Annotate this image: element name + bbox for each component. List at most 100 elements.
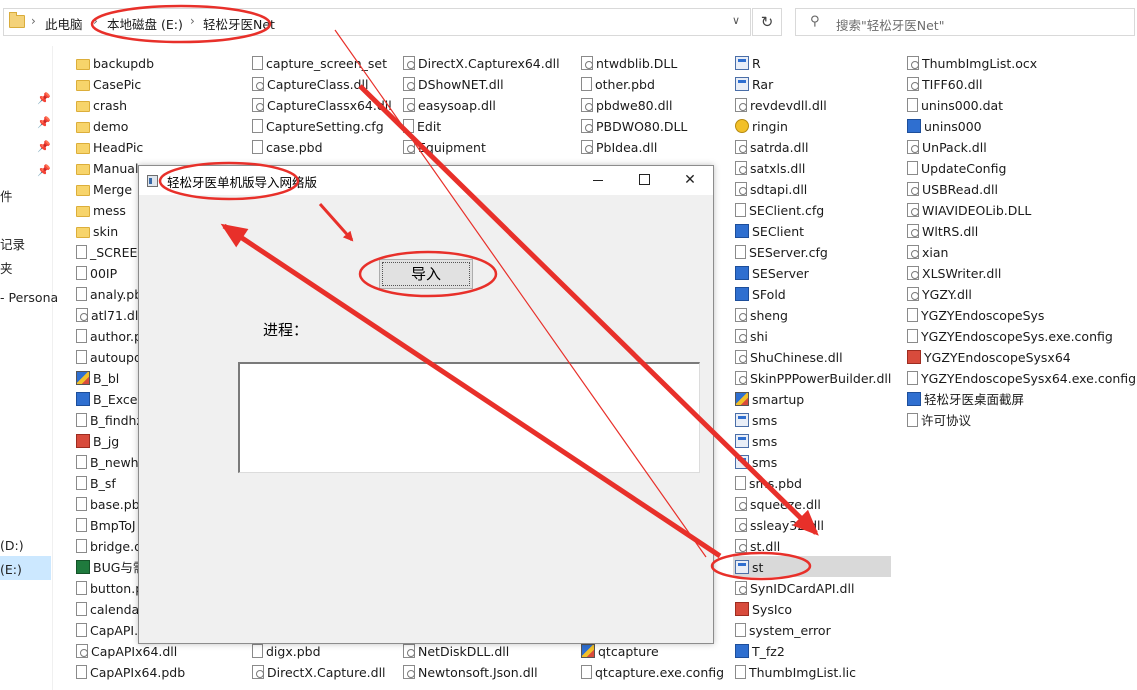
file-item[interactable]: autoupd	[76, 346, 142, 367]
file-item[interactable]: B_bl	[76, 367, 119, 388]
file-item[interactable]: UpdateConfig	[907, 157, 1006, 178]
file-item[interactable]: YGZY.dll	[907, 283, 972, 304]
file-item[interactable]: sheng	[735, 304, 788, 325]
file-item[interactable]: YGZYEndoscopeSys.exe.config	[907, 325, 1113, 346]
search-input[interactable]: ⚲ 搜索"轻松牙医Net"	[795, 8, 1135, 36]
pin-icon[interactable]: 📌	[37, 140, 51, 153]
file-item[interactable]: pbdwe80.dll	[581, 94, 672, 115]
file-item[interactable]: DirectX.Capture.dll	[252, 661, 386, 682]
dialog-titlebar[interactable]: 轻松牙医单机版导入网络版 ✕	[139, 166, 713, 195]
address-bar[interactable]: › 此电脑 › 本地磁盘 (E:) › 轻松牙医Net ∨	[3, 8, 751, 36]
file-item[interactable]: sms.pbd	[735, 472, 802, 493]
file-item[interactable]: Rar	[735, 73, 773, 94]
file-item[interactable]: SEServer.cfg	[735, 241, 828, 262]
file-item[interactable]: capture_screen_set	[252, 52, 387, 73]
file-item[interactable]: backupdb	[76, 52, 154, 73]
nav-item-drive-d[interactable]: (D:)	[0, 538, 24, 553]
file-item[interactable]: ThumbImgList.lic	[735, 661, 856, 682]
file-item[interactable]: author.p	[76, 325, 142, 346]
file-item[interactable]: other.pbd	[581, 73, 655, 94]
file-item[interactable]: CaptureClassx64.dll	[252, 94, 392, 115]
chevron-down-icon[interactable]: ∨	[732, 14, 740, 27]
file-item[interactable]: satrda.dll	[735, 136, 808, 157]
file-item[interactable]: bridge.d	[76, 535, 142, 556]
breadcrumb-drive-e[interactable]: 本地磁盘 (E:)	[107, 14, 183, 33]
pin-icon[interactable]: 📌	[37, 116, 51, 129]
nav-item[interactable]: 记录	[0, 234, 25, 253]
breadcrumb-current-folder[interactable]: 轻松牙医Net	[203, 14, 275, 33]
file-item[interactable]: base.pb	[76, 493, 140, 514]
file-item[interactable]: ShuChinese.dll	[735, 346, 843, 367]
file-item[interactable]: UnPack.dll	[907, 136, 987, 157]
file-item[interactable]: easysoap.dll	[403, 94, 496, 115]
file-item[interactable]: analy.pb	[76, 283, 142, 304]
file-item[interactable]: BUG与需	[76, 556, 145, 577]
file-item[interactable]: SynIDCardAPI.dll	[735, 577, 854, 598]
file-item[interactable]: T_fz2	[735, 640, 785, 661]
pin-icon[interactable]: 📌	[37, 164, 51, 177]
refresh-button[interactable]: ↻	[752, 8, 782, 36]
file-item[interactable]: Manual	[76, 157, 138, 178]
file-item[interactable]: unins000.dat	[907, 94, 1003, 115]
file-item[interactable]: 轻松牙医桌面截屏	[907, 388, 1024, 409]
nav-item[interactable]: 件	[0, 186, 13, 205]
import-button[interactable]: 导入	[379, 259, 473, 289]
file-item[interactable]: shi	[735, 325, 768, 346]
file-item[interactable]: B_jg	[76, 430, 119, 451]
file-item[interactable]: B_sf	[76, 472, 116, 493]
file-item[interactable]: calenda	[76, 598, 139, 619]
file-item[interactable]: SEClient.cfg	[735, 199, 824, 220]
file-item[interactable]: mess	[76, 199, 126, 220]
file-item[interactable]: sms	[735, 409, 777, 430]
minimize-button[interactable]	[575, 166, 621, 195]
pin-icon[interactable]: 📌	[37, 92, 51, 105]
file-item[interactable]: CapAPI.	[76, 619, 138, 640]
file-item[interactable]: st	[735, 556, 763, 577]
file-item[interactable]: SEServer	[735, 262, 809, 283]
file-item[interactable]: SysIco	[735, 598, 792, 619]
file-item[interactable]: sms	[735, 451, 777, 472]
file-item[interactable]: sms	[735, 430, 777, 451]
file-item[interactable]: DShowNET.dll	[403, 73, 504, 94]
file-item[interactable]: SkinPPPowerBuilder.dll	[735, 367, 891, 388]
file-item[interactable]: crash	[76, 94, 127, 115]
file-item[interactable]: PbIdea.dll	[581, 136, 657, 157]
close-button[interactable]: ✕	[667, 166, 713, 195]
file-item[interactable]: system_error	[735, 619, 831, 640]
file-item[interactable]: skin	[76, 220, 118, 241]
file-item[interactable]: CaptureSetting.cfg	[252, 115, 384, 136]
file-item[interactable]: revdevdll.dll	[735, 94, 827, 115]
file-item[interactable]: ntwdblib.DLL	[581, 52, 677, 73]
file-item[interactable]: xian	[907, 241, 948, 262]
file-item[interactable]: st.dll	[735, 535, 780, 556]
nav-item-drive-e[interactable]: (E:)	[0, 562, 22, 577]
file-item[interactable]: XLSWriter.dll	[907, 262, 1001, 283]
file-item[interactable]: _SCREEN	[76, 241, 147, 262]
file-item[interactable]: SFold	[735, 283, 786, 304]
file-item[interactable]: B_findhz	[76, 409, 143, 430]
file-item[interactable]: Merge	[76, 178, 132, 199]
file-item[interactable]: ringin	[735, 115, 788, 136]
breadcrumb-this-pc[interactable]: 此电脑	[45, 14, 83, 33]
file-item[interactable]: button.p	[76, 577, 143, 598]
file-item[interactable]: TIFF60.dll	[907, 73, 982, 94]
file-item[interactable]: smartup	[735, 388, 804, 409]
maximize-button[interactable]	[621, 166, 667, 195]
file-item[interactable]: WIAVIDEOLib.DLL	[907, 199, 1031, 220]
file-item[interactable]: R	[735, 52, 761, 73]
file-item[interactable]: Equipment	[403, 136, 486, 157]
file-item[interactable]: ThumbImgList.ocx	[907, 52, 1037, 73]
nav-item[interactable]: 夹	[0, 258, 13, 277]
file-item[interactable]: DirectX.Capturex64.dll	[403, 52, 560, 73]
file-item[interactable]: sdtapi.dll	[735, 178, 807, 199]
file-item[interactable]: YGZYEndoscopeSys	[907, 304, 1044, 325]
file-item[interactable]: Edit	[403, 115, 441, 136]
file-item[interactable]: 许可协议	[907, 409, 971, 430]
file-item[interactable]: PBDWO80.DLL	[581, 115, 687, 136]
file-item[interactable]: ssleay32.dll	[735, 514, 824, 535]
file-item[interactable]: unins000	[907, 115, 982, 136]
file-item[interactable]: CaptureClass.dll	[252, 73, 368, 94]
file-item[interactable]: WltRS.dll	[907, 220, 978, 241]
progress-log-box[interactable]	[238, 362, 700, 473]
file-item[interactable]: CasePic	[76, 73, 141, 94]
